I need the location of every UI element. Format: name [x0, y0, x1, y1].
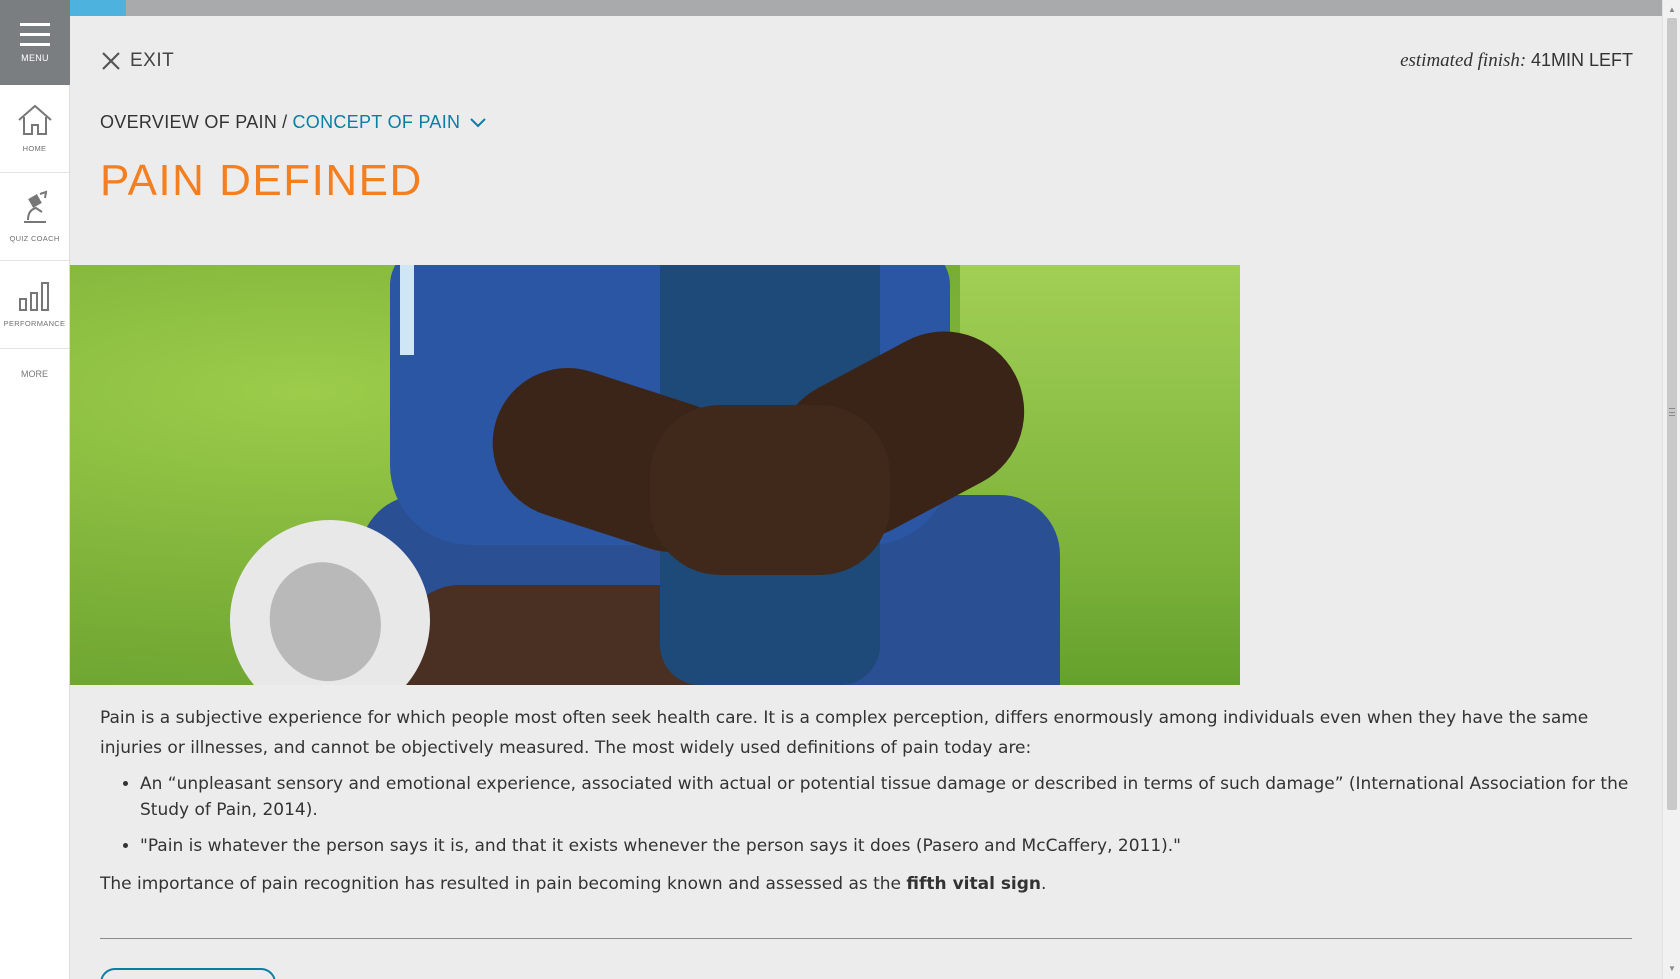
- divider: [100, 938, 1632, 939]
- estimate-label: estimated finish:: [1400, 50, 1527, 71]
- closing-paragraph: The importance of pain recognition has r…: [100, 869, 1630, 899]
- sidebar-item-home[interactable]: HOME: [0, 85, 69, 173]
- scroll-grip-icon: [1669, 408, 1675, 416]
- home-icon: [17, 104, 52, 135]
- estimated-finish: estimated finish: 41MIN LEFT: [1400, 50, 1633, 72]
- menu-button[interactable]: MENU: [0, 0, 70, 85]
- sidebar: MENU HOME QUIZ COACH PERFORMANCE MORE: [0, 0, 70, 979]
- breadcrumb: OVERVIEW OF PAIN / CONCEPT OF PAIN: [100, 112, 487, 133]
- sidebar-item-more[interactable]: MORE: [0, 349, 69, 399]
- scroll-down-icon[interactable]: ▼: [1666, 963, 1678, 975]
- menu-label: MENU: [21, 52, 49, 63]
- list-item: An “unpleasant sensory and emotional exp…: [140, 771, 1630, 823]
- progress-fill: [70, 0, 126, 16]
- quiz-coach-icon: [23, 190, 47, 223]
- breadcrumb-parent[interactable]: OVERVIEW OF PAIN: [100, 112, 277, 133]
- scrollbar[interactable]: ▲ ▼: [1662, 0, 1680, 979]
- closing-punctuation: .: [1041, 874, 1047, 894]
- sidebar-item-performance[interactable]: PERFORMANCE: [0, 261, 69, 349]
- fifth-vital-sign-term: fifth vital sign: [906, 874, 1042, 894]
- sidebar-item-quiz-coach[interactable]: QUIZ COACH: [0, 173, 69, 261]
- list-item: "Pain is whatever the person says it is,…: [140, 833, 1630, 859]
- page-title: PAIN DEFINED: [100, 156, 423, 205]
- closing-text: The importance of pain recognition has r…: [100, 874, 907, 894]
- scroll-up-icon[interactable]: ▲: [1666, 4, 1678, 16]
- bar-chart-icon: [18, 282, 49, 311]
- sidebar-item-label: HOME: [22, 144, 47, 153]
- close-icon: [102, 52, 120, 70]
- exit-button[interactable]: EXIT: [101, 50, 174, 72]
- article-body: Pain is a subjective experience for whic…: [100, 703, 1630, 899]
- hero-image: [70, 265, 1240, 685]
- progress-bar: [70, 0, 1662, 16]
- intro-paragraph: Pain is a subjective experience for whic…: [100, 708, 1589, 758]
- breadcrumb-separator: /: [282, 112, 288, 132]
- sidebar-item-label: PERFORMANCE: [3, 319, 66, 328]
- chevron-down-icon: [470, 117, 487, 127]
- hamburger-icon: [20, 22, 50, 46]
- sidebar-item-label: QUIZ COACH: [9, 234, 60, 243]
- definition-list: An “unpleasant sensory and emotional exp…: [140, 771, 1630, 859]
- continue-button[interactable]: [100, 968, 276, 979]
- breadcrumb-current-dropdown[interactable]: CONCEPT OF PAIN: [292, 112, 487, 133]
- breadcrumb-current: CONCEPT OF PAIN: [292, 112, 461, 132]
- estimate-value: 41MIN LEFT: [1530, 50, 1633, 70]
- exit-label: EXIT: [130, 50, 175, 71]
